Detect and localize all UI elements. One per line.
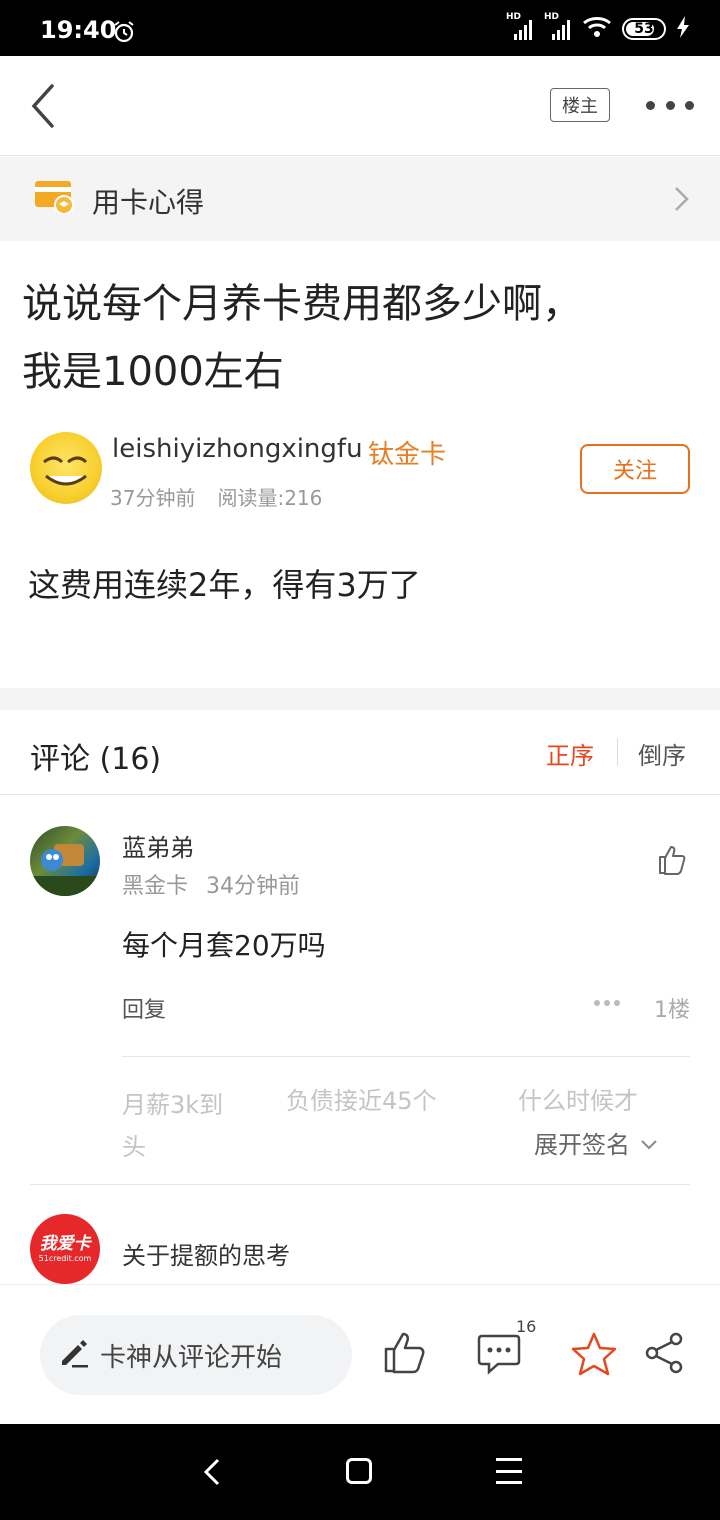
follow-button[interactable]: 关注 <box>580 444 690 494</box>
more-icon <box>646 100 655 110</box>
network-type-label: HD <box>506 12 522 22</box>
commenter-name[interactable]: 蓝弟弟 <box>122 828 194 863</box>
post-title-line: 说说每个月养卡费用都多少啊， <box>22 281 582 327</box>
comment-count-badge: 16 <box>516 1317 537 1336</box>
status-icons: HD HD 53 <box>506 12 690 44</box>
share-button[interactable] <box>644 1331 686 1379</box>
status-bar: 19:40 HD HD 53 <box>0 0 720 56</box>
credit-card-icon <box>34 179 76 219</box>
thumbs-up-icon <box>384 1332 425 1374</box>
divider <box>30 1184 690 1185</box>
signature-text: 负债接近45个 <box>286 1087 437 1115</box>
brand-logo[interactable]: 我爱卡 51credit.com <box>30 1214 100 1284</box>
system-nav-bar <box>0 1424 720 1520</box>
comments-header: 评论 (16) 正序 倒序 <box>0 710 720 795</box>
chevron-down-icon <box>641 1140 657 1150</box>
expand-signature-button[interactable]: 展开签名 <box>534 1128 658 1162</box>
divider <box>122 1056 690 1057</box>
post-body: 这费用连续2年，得有3万了 <box>28 566 421 604</box>
author-only-button[interactable]: 楼主 <box>550 88 610 122</box>
like-button[interactable] <box>382 1329 428 1379</box>
brand-logo-text: 我爱卡 <box>39 1234 91 1254</box>
reply-button[interactable]: 回复 <box>122 992 166 1024</box>
thumbs-up-icon[interactable] <box>656 844 688 880</box>
post-meta: 37分钟前 阅读量:216 <box>110 482 322 511</box>
comment-bubble-icon <box>477 1334 521 1375</box>
post-time: 37分钟前 <box>110 486 196 510</box>
commenter-avatar[interactable] <box>30 826 100 896</box>
network-type-label: HD <box>544 12 560 22</box>
sort-separator <box>617 738 618 766</box>
nav-home-button[interactable] <box>346 1458 372 1484</box>
author-badge: 钛金卡 <box>368 440 447 470</box>
star-icon <box>571 1332 617 1376</box>
pen-icon <box>58 1337 90 1373</box>
battery-level: 53 <box>634 21 654 37</box>
signal-icon: HD <box>506 12 534 42</box>
comment-more-icon[interactable] <box>594 1000 620 1006</box>
status-time: 19:40 <box>40 16 117 44</box>
battery-icon: 53 <box>622 18 666 40</box>
floor-number: 1楼 <box>654 998 690 1023</box>
sort-descending-tab[interactable]: 倒序 <box>638 736 686 771</box>
comment-meta: 黑金卡 34分钟前 <box>122 868 300 900</box>
category-row[interactable]: 用卡心得 <box>0 157 720 241</box>
share-icon <box>645 1332 683 1374</box>
comments-button[interactable] <box>476 1333 522 1379</box>
author-name[interactable]: leishiyizhongxingfu <box>112 434 363 464</box>
nav-recents-button[interactable] <box>496 1458 522 1484</box>
post-title-line: 我是1000左右 <box>22 349 284 395</box>
signature-text: 月薪3k到头 <box>122 1091 224 1161</box>
read-count: 阅读量:216 <box>217 486 323 510</box>
sort-ascending-tab[interactable]: 正序 <box>546 736 594 771</box>
favorite-button[interactable] <box>570 1331 618 1381</box>
comment-text: 每个月套20万吗 <box>122 929 326 962</box>
signal-icon: HD <box>544 12 572 42</box>
expand-signature-label: 展开签名 <box>534 1131 630 1159</box>
comment-placeholder: 卡神从评论开始 <box>100 1342 283 1373</box>
related-item-title[interactable]: 关于提额的思考 <box>122 1236 290 1271</box>
back-button[interactable] <box>24 82 64 130</box>
commenter-badge: 黑金卡 <box>122 874 189 899</box>
comments-title: 评论 (16) <box>30 742 162 777</box>
section-divider <box>0 688 720 710</box>
chevron-left-icon <box>203 1458 220 1486</box>
brand-logo-subtext: 51credit.com <box>38 1254 92 1263</box>
nav-back-button[interactable] <box>200 1454 224 1494</box>
chevron-left-icon <box>31 84 54 128</box>
top-bar: 楼主 <box>0 56 720 156</box>
wifi-icon <box>582 15 612 43</box>
author-avatar[interactable] <box>30 432 102 504</box>
bottom-action-bar: 卡神从评论开始 16 <box>0 1284 720 1424</box>
comment-input[interactable]: 卡神从评论开始 <box>40 1315 352 1395</box>
more-options-button[interactable] <box>646 92 694 118</box>
chevron-right-icon <box>672 185 692 217</box>
charging-icon <box>676 15 690 43</box>
comment-time: 34分钟前 <box>206 874 301 899</box>
post-title: 说说每个月养卡费用都多少啊， 我是1000左右 <box>22 270 682 406</box>
category-label: 用卡心得 <box>92 186 205 219</box>
signature-text: 什么时候才 <box>518 1087 638 1115</box>
user-signature: 月薪3k到头 负债接近45个 什么时候才 展开签名 <box>122 1084 690 1164</box>
alarm-icon <box>112 20 136 48</box>
